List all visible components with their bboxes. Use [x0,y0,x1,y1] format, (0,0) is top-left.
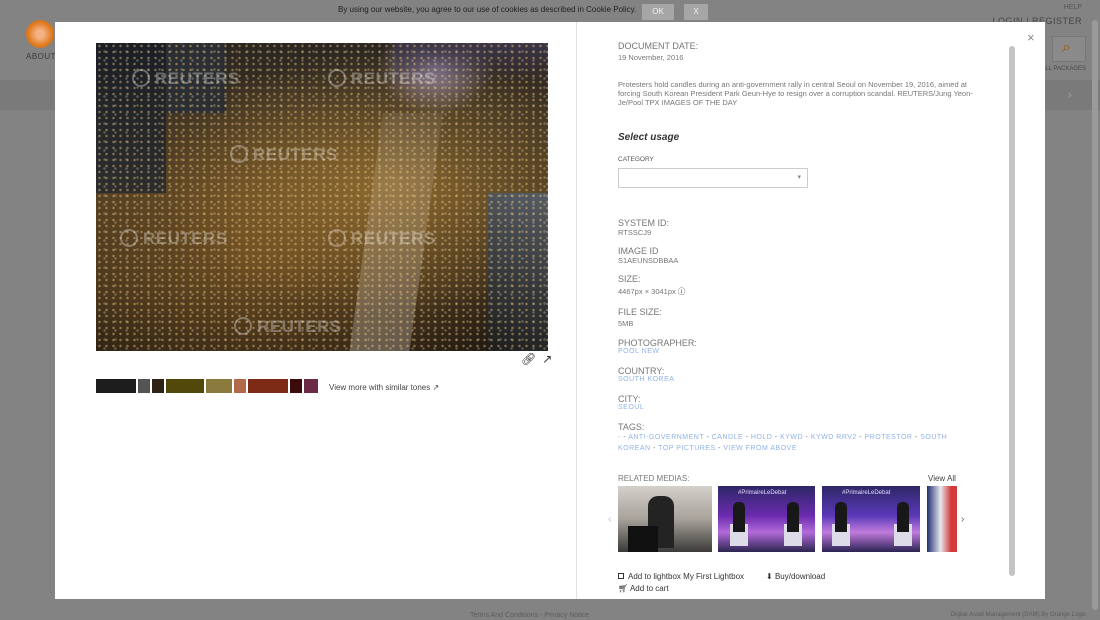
tag-link[interactable]: ANTI-GOVERNMENT [628,434,704,441]
category-select[interactable] [618,168,808,188]
system-id: RTSSCJ9 [618,228,652,237]
city-link[interactable]: SEOUL [618,404,644,411]
info-icon[interactable]: ⓘ [678,287,686,296]
tags-label: TAGS: [618,422,645,432]
cookie-text: By using our website, you agree to our u… [338,5,637,14]
footer-credit: Digital Asset Management (DAM) By Orange… [950,612,1086,618]
caption: Protesters hold candles during an anti-g… [618,80,973,107]
image-id-label: IMAGE ID [618,246,659,256]
color-swatch[interactable] [304,379,318,393]
file-size: 5MB [618,319,634,328]
about-link: ABOUT [26,52,57,61]
size-value: 4467px × 3041px ⓘ [618,287,686,296]
document-date-label: DOCUMENT DATE: [618,41,699,51]
country-link[interactable]: SOUTH KOREA [618,376,674,383]
tag-link[interactable]: KYWD RRV2 [811,434,857,441]
city-label: CITY: [618,394,641,404]
file-size-label: FILE SIZE: [618,307,663,317]
image-id: S1AEUNSDBBAA [618,256,679,265]
similar-tones-link[interactable]: View more with similar tones ↗ [329,383,439,392]
color-swatch[interactable] [248,379,288,393]
watermark: REUTERS [328,229,436,249]
watermark: REUTERS [120,229,228,249]
tag-link[interactable]: HOLD [751,434,772,441]
debate-banner: #PrimaireLeDebat [842,490,891,496]
cookie-close-button[interactable]: X [684,4,708,20]
site-logo [26,20,54,48]
document-date: 19 November, 2016 [618,53,684,62]
close-icon[interactable]: × [1027,30,1035,45]
color-swatch[interactable] [290,379,302,393]
related-thumbnail[interactable]: #PrimaireLeDebat [718,486,815,552]
related-thumbnail[interactable] [618,486,712,552]
tag-list: - - ANTI-GOVERNMENT - CANDLE - HOLD - KY… [618,434,948,452]
related-thumbnail[interactable] [927,486,957,552]
media-detail-modal: × REUTERS REUTERS REUTERS REUTERS REUTER… [55,22,1045,599]
chevron-right-icon[interactable]: › [961,514,964,525]
open-external-icon: ↗ [432,383,440,392]
select-usage-heading: Select usage [618,132,680,143]
cookie-banner: By using our website, you agree to our u… [0,0,1100,22]
watermark: REUTERS [234,317,342,337]
cart-icon: 🛒︎ [618,584,629,593]
color-swatch[interactable] [96,379,136,393]
checkbox-icon [618,573,624,579]
all-packages-link: ALL PACKAGES [1041,66,1086,72]
watermark: REUTERS [328,69,436,89]
watermark: REUTERS [132,69,240,89]
page-scrollbar[interactable] [1092,20,1098,610]
size-label: SIZE: [618,274,641,284]
cookie-ok-button[interactable]: OK [642,4,674,20]
download-icon: ⬇ [766,572,773,581]
related-medias-label: RELATED MEDIAS: [618,474,690,483]
category-label: CATEGORY [618,156,654,163]
buy-download-button[interactable]: ⬇ Buy/download [766,572,825,581]
chevron-right-icon: › [1067,86,1072,102]
modal-scrollbar[interactable] [1009,46,1015,576]
photographer-link[interactable]: POOL NEW [618,348,659,355]
column-divider [576,22,577,599]
color-swatch[interactable] [234,379,246,393]
add-to-cart-button[interactable]: 🛒︎ Add to cart [618,584,669,593]
color-swatch[interactable] [138,379,150,393]
color-swatch[interactable] [166,379,204,393]
system-id-label: SYSTEM ID: [618,218,670,228]
country-label: COUNTRY: [618,366,665,376]
color-swatches [96,379,320,393]
search-button: ⌕ [1052,36,1086,62]
watermark: REUTERS [230,145,338,165]
photo-tools: 🔗︎ ↗ [515,352,552,366]
footer-terms: Terms And Conditions - Privacy Notice [470,612,590,619]
chevron-left-icon[interactable]: ‹ [608,514,611,525]
tag-link[interactable]: CANDLE [712,434,743,441]
tag-link[interactable]: KYWD [780,434,803,441]
tag-link[interactable]: VIEW FROM ABOVE [723,445,797,452]
color-swatch[interactable] [206,379,232,393]
color-swatch[interactable] [152,379,164,393]
tag-link[interactable]: TOP PICTURES [658,445,715,452]
debate-banner: #PrimaireLeDebat [738,490,787,496]
view-all-link[interactable]: View All [928,474,956,483]
search-icon: ⌕ [1062,39,1071,56]
add-to-lightbox-button[interactable]: Add to lightbox My First Lightbox [618,572,744,581]
tag-link[interactable]: PROTESTOR [865,434,913,441]
link-icon[interactable]: 🔗︎ [521,352,536,366]
related-thumbnail[interactable]: #PrimaireLeDebat [822,486,920,552]
main-photo[interactable]: REUTERS REUTERS REUTERS REUTERS REUTERS … [96,43,548,351]
open-external-icon[interactable]: ↗ [542,352,552,366]
photographer-label: PHOTOGRAPHER: [618,338,697,348]
